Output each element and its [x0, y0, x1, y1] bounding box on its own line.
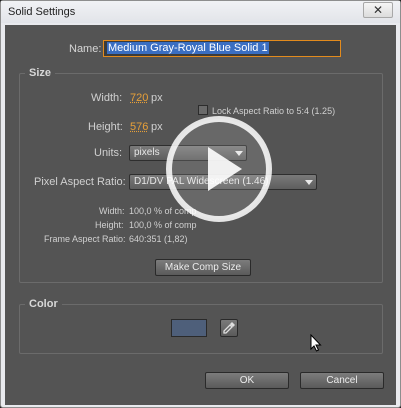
- solid-settings-dialog: Solid Settings ✕ Name: Medium Gray-Royal…: [0, 0, 401, 408]
- color-swatch[interactable]: [171, 319, 207, 337]
- width-label: Width:: [91, 92, 123, 104]
- height-value[interactable]: 576: [130, 121, 148, 133]
- mouse-cursor-icon: [310, 334, 322, 352]
- cancel-button[interactable]: Cancel: [300, 372, 384, 389]
- play-icon[interactable]: [164, 114, 274, 224]
- name-input-value: Medium Gray-Royal Blue Solid 1: [107, 42, 269, 54]
- chevron-down-icon: [305, 180, 313, 185]
- name-input[interactable]: Medium Gray-Royal Blue Solid 1: [103, 40, 341, 57]
- units-dropdown-value: pixels: [134, 147, 160, 158]
- height-label: Height:: [88, 121, 123, 133]
- width-value[interactable]: 720: [130, 92, 148, 104]
- close-button[interactable]: ✕: [363, 2, 393, 18]
- width-unit: px: [151, 92, 163, 104]
- pixel-aspect-ratio-label: Pixel Aspect Ratio:: [34, 176, 126, 188]
- name-label: Name:: [69, 43, 102, 55]
- info-width-label: Width:: [99, 206, 125, 216]
- ok-button[interactable]: OK: [205, 372, 289, 389]
- dialog-body: Name: Medium Gray-Royal Blue Solid 1 Siz…: [5, 25, 396, 405]
- size-section-title: Size: [25, 67, 56, 79]
- color-section-title: Color: [25, 298, 62, 310]
- units-label: Units:: [94, 147, 123, 159]
- eyedropper-icon: [223, 322, 235, 334]
- title-bar: Solid Settings ✕: [1, 1, 400, 23]
- eyedropper-button[interactable]: [220, 319, 238, 337]
- height-unit: px: [151, 121, 163, 133]
- info-frame-aspect-value: 640:351 (1,82): [129, 234, 188, 244]
- info-frame-aspect-label: Frame Aspect Ratio:: [44, 234, 126, 244]
- info-height-label: Height:: [95, 220, 124, 230]
- window-title: Solid Settings: [8, 6, 76, 18]
- make-comp-size-button[interactable]: Make Comp Size: [155, 259, 251, 276]
